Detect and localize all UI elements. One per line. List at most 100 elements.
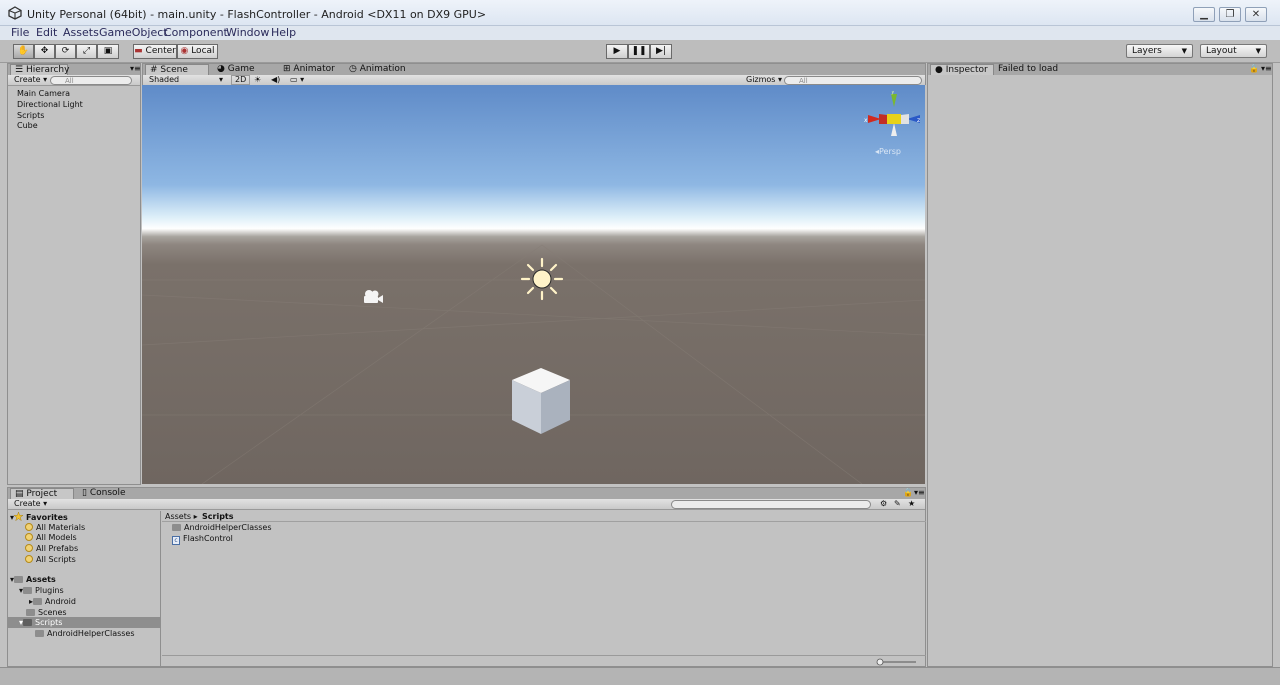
inspector-tab-label: Inspector — [945, 65, 988, 75]
scene-search-input[interactable]: All — [784, 76, 922, 85]
hierarchy-item[interactable]: Scripts — [17, 111, 44, 121]
hierarchy-item[interactable]: Directional Light — [17, 100, 83, 110]
lock-icon[interactable]: 🔒 — [903, 488, 913, 498]
step-icon: ▶| — [656, 46, 666, 56]
project-create-button[interactable]: Create ▾ — [14, 499, 47, 509]
hierarchy-item[interactable]: Main Camera — [17, 89, 70, 99]
hierarchy-create-button[interactable]: Create ▾ — [14, 75, 47, 85]
gizmos-dropdown[interactable]: Gizmos ▾ — [746, 75, 782, 85]
tree-folder-label: Scripts — [35, 618, 63, 627]
asset-item[interactable]: c FlashControl — [172, 534, 233, 545]
tab-hierarchy[interactable]: ☰ Hierarchy — [10, 64, 69, 75]
inspector-panel: ● Inspector Failed to load 🔒 ▾≡ — [927, 63, 1273, 667]
menu-file[interactable]: File — [11, 26, 29, 40]
hand-tool-button[interactable]: ✋ — [13, 44, 34, 59]
scene-lighting-toggle[interactable]: ☀ — [254, 75, 261, 85]
rect-tool-button[interactable]: ▣ — [97, 44, 119, 59]
tab-project[interactable]: ▤ Project — [10, 488, 74, 499]
tab-scene[interactable]: # Scene — [145, 64, 209, 75]
assets-root[interactable]: ▾ Assets — [10, 575, 56, 585]
hand-icon: ✋ — [17, 46, 30, 56]
2d-toggle-button[interactable]: 2D — [231, 75, 251, 85]
tree-folder-plugins[interactable]: ▾ Plugins — [19, 586, 64, 596]
tab-failed-to-load[interactable]: Failed to load — [994, 64, 1064, 75]
breadcrumb-assets[interactable]: Assets ▸ — [165, 512, 198, 522]
favorite-item-label: All Scripts — [36, 555, 76, 564]
rotate-tool-button[interactable]: ⟳ — [55, 44, 76, 59]
play-icon: ▶ — [613, 46, 621, 56]
move-tool-button[interactable]: ✥ — [34, 44, 55, 59]
layout-label: Layout — [1206, 46, 1237, 56]
menu-window[interactable]: Window — [226, 26, 269, 40]
panel-menu-icon[interactable]: ▾≡ — [1261, 64, 1272, 74]
favorites-header[interactable]: ▾ Favorites — [10, 512, 68, 523]
tree-folder-android[interactable]: ▸ Android — [29, 597, 76, 607]
scale-tool-button[interactable]: ⤢ — [76, 44, 97, 59]
play-button[interactable]: ▶ — [606, 44, 628, 59]
directional-light-icon[interactable] — [520, 257, 564, 301]
maximize-button[interactable]: ❐ — [1219, 7, 1241, 22]
favorite-item[interactable]: All Scripts — [25, 555, 76, 565]
project-subbar: Create ▾ ⚙ ✎ ★ — [8, 499, 925, 510]
step-button[interactable]: ▶| — [650, 44, 672, 59]
persp-label[interactable]: ◂Persp — [875, 147, 901, 157]
menu-assets[interactable]: Assets — [63, 26, 99, 40]
project-search-input[interactable] — [671, 500, 871, 509]
menu-help[interactable]: Help — [271, 26, 296, 40]
animator-tab-label: Animator — [293, 64, 335, 74]
search-icon — [25, 523, 33, 531]
pivot-center-button[interactable]: ▬ Center — [133, 44, 177, 59]
tab-animation[interactable]: ◷ Animation — [345, 64, 415, 75]
breadcrumb-scripts[interactable]: Scripts — [202, 512, 234, 522]
minimize-button[interactable]: ▁ — [1193, 7, 1215, 22]
cube-object[interactable] — [508, 367, 574, 437]
layers-dropdown[interactable]: Layers ▼ — [1126, 44, 1193, 58]
menubar: File Edit Assets GameObject Component Wi… — [0, 26, 1280, 40]
tree-folder-scripts[interactable]: ▾ Scripts — [19, 618, 62, 628]
tab-game[interactable]: ◕ Game — [213, 64, 273, 75]
panel-menu-icon[interactable]: ▾≡ — [914, 488, 925, 498]
scene-viewport[interactable]: y x z ◂Persp — [142, 85, 925, 484]
tree-folder-label: Android — [45, 597, 76, 606]
asset-item[interactable]: AndroidHelperClasses — [172, 523, 272, 533]
menu-gameobject[interactable]: GameObject — [99, 26, 168, 40]
hierarchy-search-input[interactable]: All — [50, 76, 132, 85]
camera-icon[interactable] — [361, 289, 385, 305]
menu-edit[interactable]: Edit — [36, 26, 57, 40]
lock-icon[interactable]: 🔒 — [1249, 64, 1259, 74]
favorite-item-label: All Prefabs — [36, 544, 79, 553]
favorite-item[interactable]: All Prefabs — [25, 544, 78, 554]
hierarchy-panel: ☰ Hierarchy ▾≡ Create ▾ All Main Camera … — [7, 63, 141, 485]
pause-button[interactable]: ❚❚ — [628, 44, 650, 59]
panel-menu-icon[interactable]: ▾≡ — [130, 64, 141, 74]
pivot-local-button[interactable]: ◉ Local — [177, 44, 218, 59]
hierarchy-item[interactable]: Cube — [17, 121, 38, 131]
console-icon: ▯ — [82, 488, 87, 498]
favorite-item[interactable]: All Models — [25, 533, 77, 543]
shading-mode-dropdown[interactable]: Shaded ▾ — [149, 75, 227, 85]
gizmo-x-label: x — [864, 117, 868, 124]
tab-console[interactable]: ▯ Console — [78, 488, 128, 499]
scene-audio-toggle[interactable]: ◀) — [271, 75, 280, 85]
hierarchy-list-icon: ☰ — [15, 65, 24, 75]
menu-component[interactable]: Component — [164, 26, 228, 40]
tab-inspector[interactable]: ● Inspector — [930, 64, 994, 75]
scene-orientation-gizmo[interactable]: y x z — [864, 91, 924, 145]
layout-dropdown[interactable]: Layout ▼ — [1200, 44, 1267, 58]
tab-animator[interactable]: ⊞ Animator — [279, 64, 343, 75]
tree-folder-androidhelperclasses[interactable]: AndroidHelperClasses — [35, 629, 135, 639]
scene-tab-label: Scene — [160, 65, 188, 75]
favorite-item[interactable]: All Materials — [25, 523, 85, 533]
dropdown-arrow-icon: ▼ — [1181, 47, 1187, 55]
status-bar — [0, 667, 1280, 685]
folder-icon — [14, 576, 24, 583]
breadcrumb-separator-icon: ▸ — [193, 512, 198, 521]
favorite-star-icon[interactable]: ★ — [908, 499, 915, 509]
icon-size-slider[interactable] — [876, 658, 918, 666]
favorite-item-label: All Materials — [36, 523, 86, 532]
filter-by-label-icon[interactable]: ✎ — [894, 499, 901, 509]
close-button[interactable]: ✕ — [1245, 7, 1267, 22]
scene-effects-dropdown[interactable]: ▭ ▾ — [290, 75, 304, 85]
filter-by-type-icon[interactable]: ⚙ — [880, 499, 887, 509]
scene-search-placeholder: All — [799, 77, 808, 85]
